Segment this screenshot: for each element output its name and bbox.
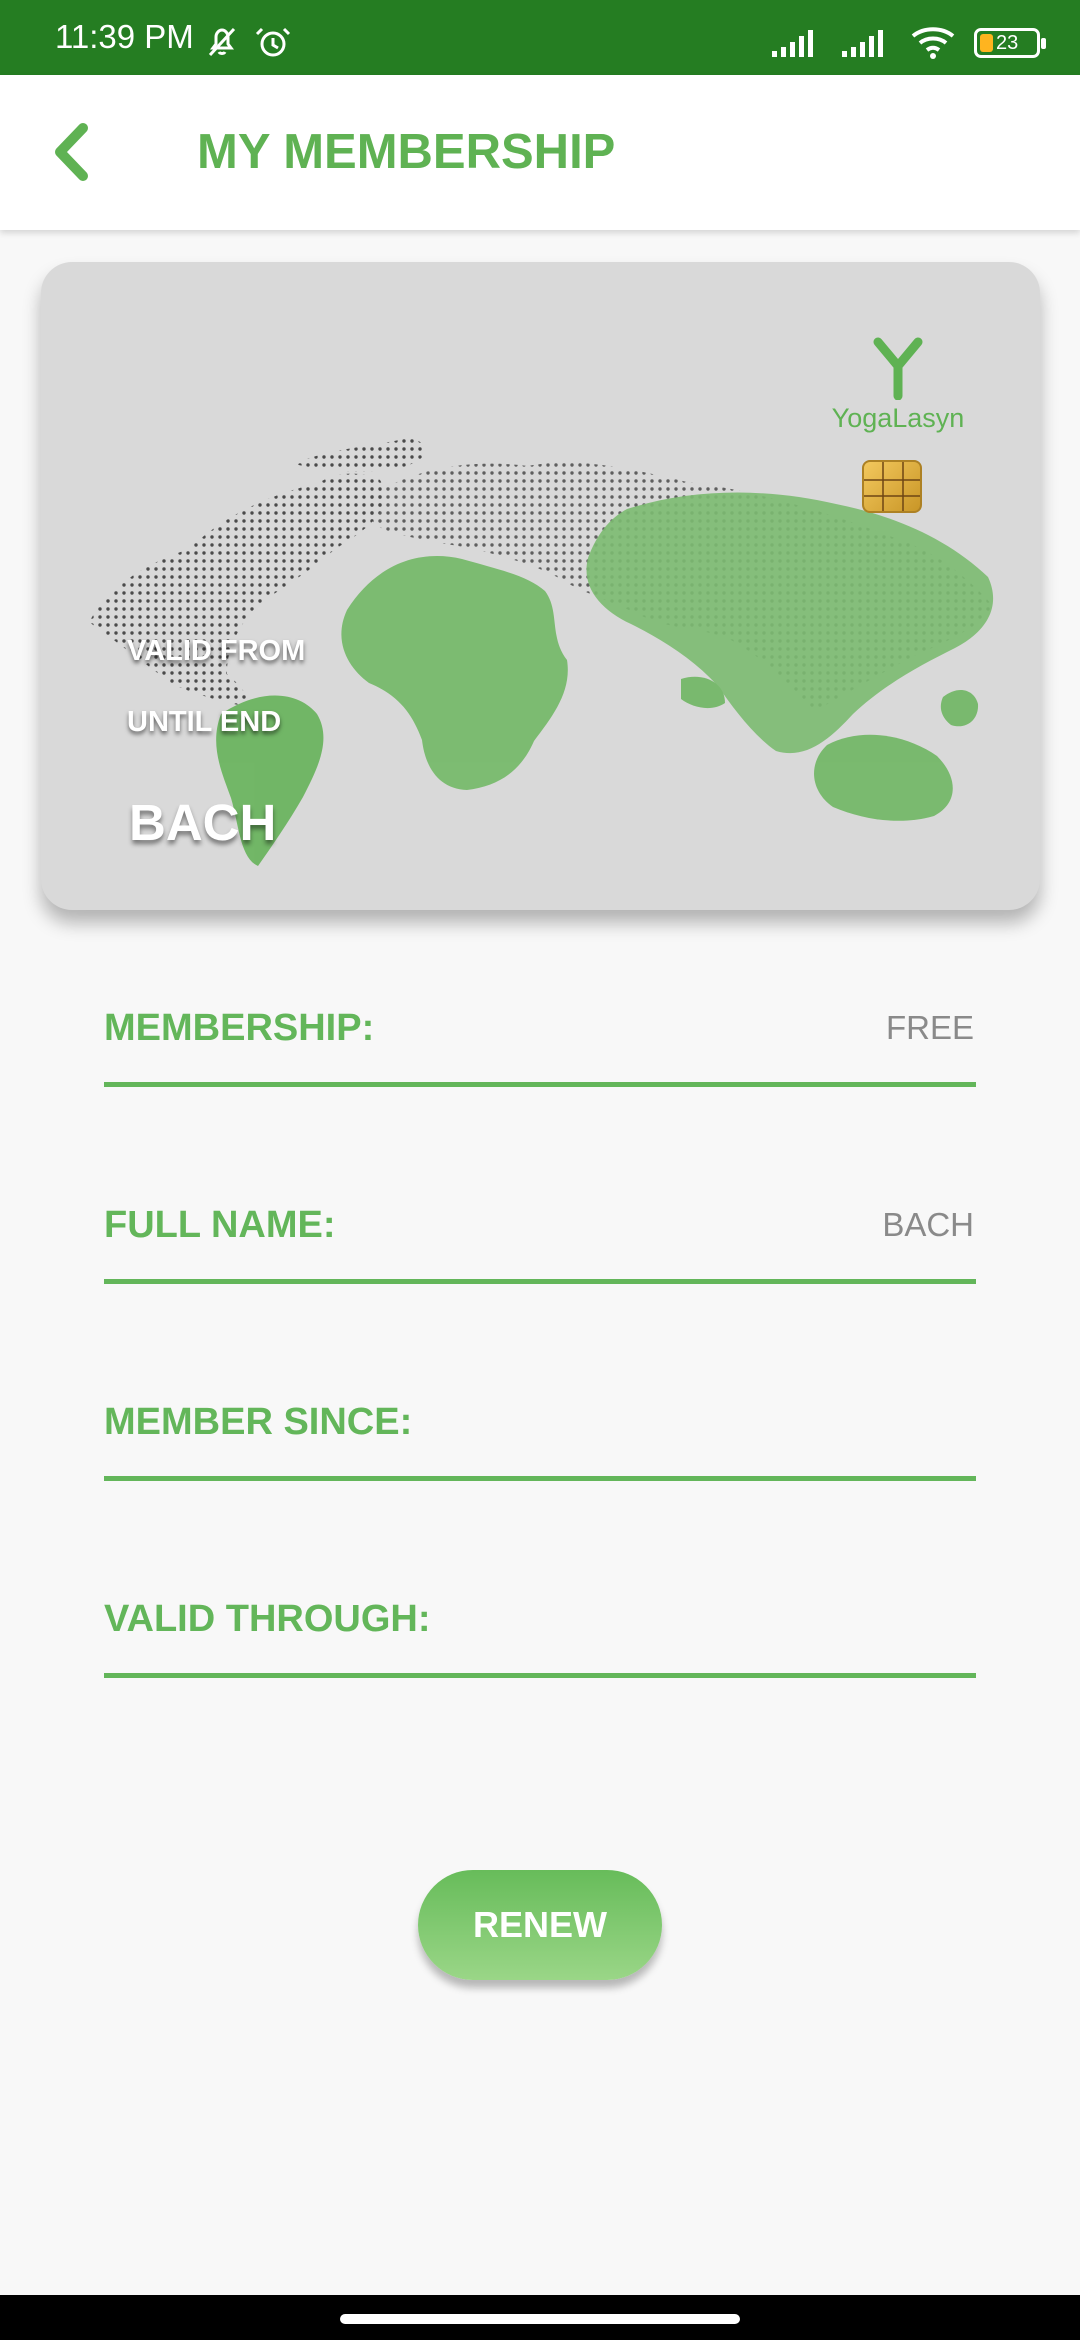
signal-icon: [842, 30, 883, 57]
full-name-label: FULL NAME:: [104, 1204, 336, 1246]
card-holder-name: BACH: [129, 794, 277, 851]
status-time: 11:39 PM: [55, 18, 194, 55]
gesture-navigation-bar: [0, 2295, 1080, 2340]
membership-row: MEMBERSHIP: FREE: [104, 995, 976, 1087]
valid-from-label: VALID FROM: [127, 635, 306, 667]
status-bar: 11:39 PM 23: [0, 0, 1080, 75]
battery-level: [980, 34, 993, 52]
renew-button[interactable]: RENEW: [418, 1870, 662, 1980]
membership-value: FREE: [885, 1009, 974, 1046]
valid-through-row: VALID THROUGH:: [104, 1586, 976, 1678]
back-button[interactable]: [48, 120, 98, 184]
yogalasyn-logo: YogaLasyn: [823, 328, 973, 438]
chevron-left-icon: [55, 123, 88, 181]
battery-icon: 23: [974, 28, 1046, 58]
notifications-muted-icon: [208, 27, 236, 57]
status-left-icons: [205, 24, 291, 60]
y-logo-icon: [873, 337, 923, 401]
member-since-label: MEMBER SINCE:: [104, 1401, 413, 1443]
membership-label: MEMBERSHIP:: [104, 1007, 375, 1049]
page-title: MY MEMBERSHIP: [197, 125, 616, 179]
logo-text: YogaLasyn: [831, 403, 965, 433]
member-since-row: MEMBER SINCE:: [104, 1389, 976, 1481]
card-chip-icon: [862, 460, 922, 513]
battery-percentage: 23: [996, 32, 1019, 54]
status-right-icons: 23: [770, 26, 1046, 60]
valid-through-label: VALID THROUGH:: [104, 1598, 431, 1640]
full-name-value: BACH: [882, 1206, 974, 1243]
alarm-icon: [255, 27, 291, 57]
wifi-icon: [911, 27, 955, 59]
home-indicator[interactable]: [340, 2314, 740, 2324]
full-name-row: FULL NAME: BACH: [104, 1192, 976, 1284]
membership-card: YogaLasyn VALID FROM UNTIL END BACH: [41, 262, 1040, 910]
until-end-label: UNTIL END: [127, 706, 282, 738]
signal-icon: [772, 30, 813, 57]
app-bar: MY MEMBERSHIP: [0, 75, 1080, 230]
